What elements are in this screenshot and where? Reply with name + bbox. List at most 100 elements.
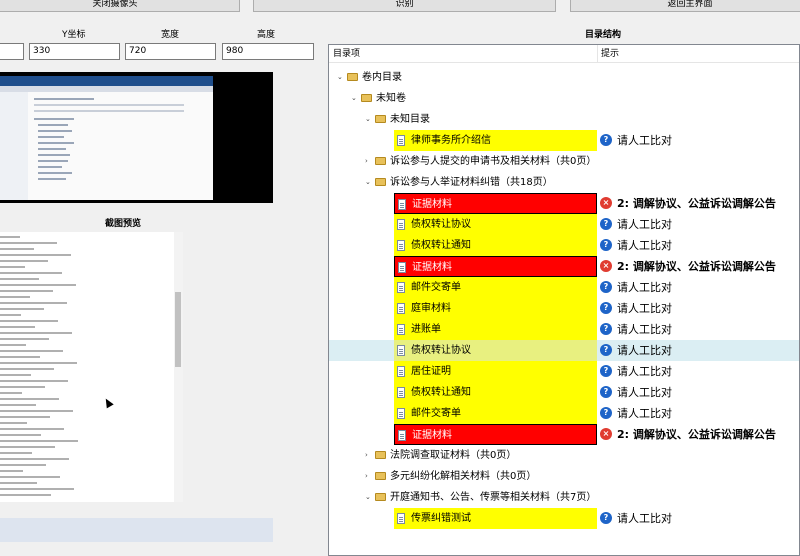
tree-row[interactable]: 居住证明? 请人工比对 xyxy=(329,361,799,382)
recognize-button[interactable]: 识别 xyxy=(253,0,556,12)
tree-item-cell[interactable]: 律师事务所介绍信 xyxy=(394,130,597,151)
tree-item-hint: 请人工比对 xyxy=(617,218,672,231)
chevron-down-icon[interactable]: ⌄ xyxy=(337,74,344,81)
tree-item-label: 传票纠错测试 xyxy=(411,513,471,524)
column-header-hint[interactable]: 提示 xyxy=(597,45,619,63)
document-icon xyxy=(397,513,405,524)
preview-line xyxy=(0,398,59,400)
preview-line xyxy=(0,374,31,376)
question-icon: ? xyxy=(600,365,612,377)
tree-item-label: 证据材料 xyxy=(412,430,452,441)
preview-scroll-thumb[interactable] xyxy=(175,292,181,367)
document-icon xyxy=(397,240,405,251)
chevron-down-icon[interactable]: ⌄ xyxy=(365,116,372,123)
tree-item-cell[interactable]: 邮件交寄单 xyxy=(394,277,597,298)
preview-line xyxy=(0,416,50,418)
tree-row[interactable]: 邮件交寄单? 请人工比对 xyxy=(329,403,799,424)
tree-row[interactable]: 律师事务所介绍信? 请人工比对 xyxy=(329,130,799,151)
question-icon: ? xyxy=(600,239,612,251)
tree-row[interactable]: ⌄ 开庭通知书、公告、传票等相关材料（共7页） xyxy=(329,487,799,508)
chevron-down-icon[interactable]: ⌄ xyxy=(351,95,358,102)
preview-line xyxy=(0,482,37,484)
tree-row[interactable]: 庭审材料? 请人工比对 xyxy=(329,298,799,319)
preview-line xyxy=(0,260,48,262)
preview-line xyxy=(0,446,55,448)
tree-row[interactable]: 证据材料 × 2: 调解协议、公益诉讼调解公告 xyxy=(329,193,799,214)
preview-title: 截图预览 xyxy=(105,219,142,229)
preview-line xyxy=(0,254,71,256)
preview-line xyxy=(0,494,51,496)
tree-item-cell[interactable]: 证据材料 xyxy=(394,193,597,214)
tree-row[interactable]: 证据材料 × 2: 调解协议、公益诉讼调解公告 xyxy=(329,256,799,277)
preview-line xyxy=(0,452,32,454)
question-icon: ? xyxy=(600,302,612,314)
tree-row[interactable]: 债权转让通知? 请人工比对 xyxy=(329,382,799,403)
error-icon: × xyxy=(600,260,612,272)
tree-row[interactable]: › 多元纠纷化解相关材料（共0页） xyxy=(329,466,799,487)
tree-row[interactable]: 债权转让协议? 请人工比对 xyxy=(329,214,799,235)
tree-item-cell[interactable]: 邮件交寄单 xyxy=(394,403,597,424)
folder-icon xyxy=(375,178,386,186)
chevron-right-icon[interactable]: › xyxy=(365,452,372,459)
document-icon xyxy=(398,262,406,273)
tree-item-cell[interactable]: 证据材料 xyxy=(394,256,597,277)
tree-row[interactable]: ⌄ 未知目录 xyxy=(329,109,799,130)
back-main-button[interactable]: 返回主界面 xyxy=(570,0,800,12)
tree-item-label: 债权转让通知 xyxy=(411,240,471,251)
tree-row[interactable]: 债权转让通知? 请人工比对 xyxy=(329,235,799,256)
tree-item-label: 债权转让协议 xyxy=(411,219,471,230)
tree-row[interactable]: 邮件交寄单? 请人工比对 xyxy=(329,277,799,298)
preview-line xyxy=(0,320,58,322)
tree-item-cell[interactable]: 证据材料 xyxy=(394,424,597,445)
tree-item-cell[interactable]: 庭审材料 xyxy=(394,298,597,319)
preview-line xyxy=(0,368,54,370)
tree-row[interactable]: ⌄ 卷内目录 xyxy=(329,67,799,88)
tree-row[interactable]: 传票纠错测试? 请人工比对 xyxy=(329,508,799,529)
width-label: 宽度 xyxy=(161,30,180,40)
tree-item-hint: 请人工比对 xyxy=(617,365,672,378)
tree-header: 目录项 提示 xyxy=(329,45,799,63)
y-coordinate-input[interactable]: 330 xyxy=(29,43,120,60)
x-coordinate-input[interactable] xyxy=(0,43,24,60)
preview-scrollbar[interactable] xyxy=(174,232,183,502)
column-header-item[interactable]: 目录项 xyxy=(329,45,360,63)
tree-item-label: 未知目录 xyxy=(390,114,430,125)
preview-line xyxy=(0,236,20,238)
tree-item-cell[interactable]: 债权转让协议 xyxy=(394,214,597,235)
chevron-down-icon[interactable]: ⌄ xyxy=(365,179,372,186)
tree-item-cell[interactable]: 债权转让通知 xyxy=(394,235,597,256)
tree-item-hint: 请人工比对 xyxy=(617,344,672,357)
tree-item-hint: 请人工比对 xyxy=(617,407,672,420)
tree-row[interactable]: 债权转让协议? 请人工比对 xyxy=(329,340,799,361)
tree-item-hint: 2: 调解协议、公益诉讼调解公告 xyxy=(617,428,776,441)
preview-line xyxy=(0,386,45,388)
preview-line xyxy=(0,404,36,406)
tree-item-hint: 请人工比对 xyxy=(617,239,672,252)
folder-icon xyxy=(375,157,386,165)
chevron-right-icon[interactable]: › xyxy=(365,473,372,480)
tree-row[interactable]: › 诉讼参与人提交的申请书及相关材料（共0页） xyxy=(329,151,799,172)
tree-row[interactable]: ⌄ 诉讼参与人举证材料纠错（共18页） xyxy=(329,172,799,193)
chevron-down-icon[interactable]: ⌄ xyxy=(365,494,372,501)
tree-row[interactable]: ⌄ 未知卷 xyxy=(329,88,799,109)
tree-item-cell[interactable]: 债权转让协议 xyxy=(394,340,597,361)
tree-item-cell[interactable]: 债权转让通知 xyxy=(394,382,597,403)
preview-line xyxy=(0,488,74,490)
tree-row[interactable]: 进账单? 请人工比对 xyxy=(329,319,799,340)
tree-row[interactable]: 证据材料 × 2: 调解协议、公益诉讼调解公告 xyxy=(329,424,799,445)
tree-item-cell[interactable]: 居住证明 xyxy=(394,361,597,382)
tree-item-label: 法院调查取证材料（共0页） xyxy=(390,450,517,461)
folder-icon xyxy=(375,451,386,459)
document-icon xyxy=(397,303,405,314)
tree-item-cell[interactable]: 传票纠错测试 xyxy=(394,508,597,529)
tree-row[interactable]: › 法院调查取证材料（共0页） xyxy=(329,445,799,466)
tree-item-cell[interactable]: 进账单 xyxy=(394,319,597,340)
question-icon: ? xyxy=(600,281,612,293)
height-input[interactable]: 980 xyxy=(222,43,314,60)
tree-item-label: 证据材料 xyxy=(412,262,452,273)
preview-line xyxy=(0,296,30,298)
close-camera-button[interactable]: 关闭摄像头 xyxy=(0,0,240,12)
directory-tree[interactable]: 目录项 提示 ⌄ 卷内目录 ⌄ 未知卷 ⌄ 未知目录 律师事务所介绍信? 请人工比对 › 诉讼参与… xyxy=(328,44,800,556)
chevron-right-icon[interactable]: › xyxy=(365,158,372,165)
width-input[interactable]: 720 xyxy=(125,43,216,60)
